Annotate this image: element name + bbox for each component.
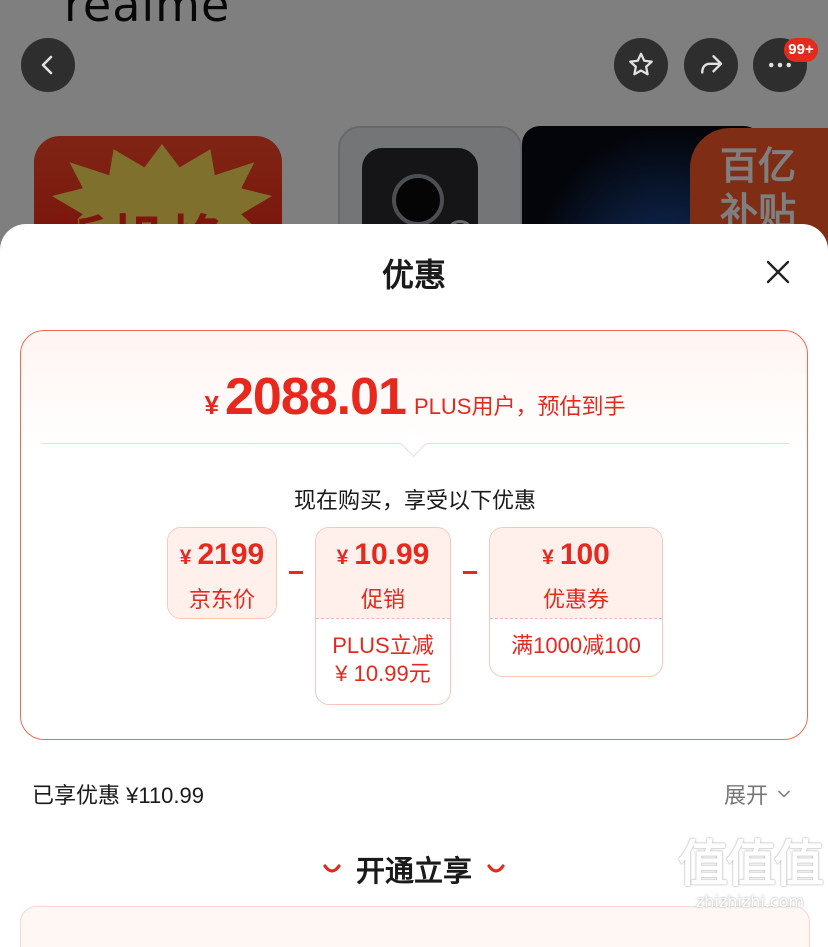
close-icon bbox=[766, 260, 790, 284]
divider-notch bbox=[400, 430, 427, 457]
promo-label: 促销 bbox=[360, 587, 405, 612]
enjoyed-discount-summary: 已享优惠 ¥110.99 bbox=[32, 783, 205, 808]
jd-price-box: ¥2199 京东价 bbox=[167, 527, 277, 619]
open-membership-title: 开通立享 bbox=[355, 856, 472, 888]
coupon-currency: ¥ bbox=[542, 546, 554, 569]
coupon-amount: 100 bbox=[559, 538, 610, 571]
membership-card[interactable] bbox=[20, 906, 810, 947]
favorite-button[interactable] bbox=[614, 38, 668, 92]
price-note: PLUS用户，预估到手 bbox=[413, 394, 626, 419]
promo-detail-line1: PLUS立减 bbox=[332, 633, 434, 658]
expand-button[interactable]: 展开 bbox=[724, 778, 792, 810]
smile-ornament-icon bbox=[323, 864, 341, 873]
promo-currency: ¥ bbox=[336, 546, 349, 569]
notification-badge: 99+ bbox=[784, 38, 818, 62]
minus-sign bbox=[463, 571, 477, 574]
star-icon bbox=[629, 52, 653, 76]
coupon-label: 优惠券 bbox=[542, 587, 609, 612]
discount-sheet: 优惠 ¥2088.01 PLUS用户，预估到手 现在购买，享受以下优惠 ¥2199… bbox=[0, 224, 828, 947]
estimated-price: ¥2088.01 PLUS用户，预估到手 bbox=[21, 367, 809, 427]
jd-price-amount: 2199 bbox=[197, 538, 265, 571]
promo-box: ¥10.99 促销 PLUS立减 ¥ 10.99元 bbox=[315, 527, 451, 705]
share-button[interactable] bbox=[684, 38, 738, 92]
sheet-title: 优惠 bbox=[381, 257, 446, 293]
expand-label: 展开 bbox=[724, 783, 769, 808]
enjoy-caption: 现在购买，享受以下优惠 bbox=[293, 488, 536, 513]
product-page-backdrop: realme 新机焕 百亿 补贴 99+ bbox=[0, 0, 828, 260]
site-watermark: 值值值 zhizhizhi.com bbox=[676, 838, 824, 911]
back-button[interactable] bbox=[21, 38, 75, 92]
promo-detail-line2: ¥ 10.99元 bbox=[335, 661, 431, 686]
price-value: 2088.01 bbox=[225, 368, 407, 426]
price-currency: ¥ bbox=[204, 390, 219, 420]
watermark-url: zhizhizhi.com bbox=[695, 892, 805, 911]
coupon-box: ¥100 优惠券 满1000减100 bbox=[489, 527, 663, 677]
promo-amount: 10.99 bbox=[354, 538, 430, 571]
jd-price-currency: ¥ bbox=[179, 546, 192, 569]
chevron-down-icon bbox=[778, 790, 790, 798]
coupon-detail: 满1000减100 bbox=[511, 633, 641, 658]
chevron-left-icon bbox=[41, 55, 53, 75]
watermark-logo: 值值值 bbox=[678, 835, 824, 893]
jd-price-label: 京东价 bbox=[188, 587, 255, 612]
close-button[interactable] bbox=[760, 254, 796, 290]
discount-summary-card: ¥2088.01 PLUS用户，预估到手 现在购买，享受以下优惠 ¥2199 京东… bbox=[20, 330, 808, 740]
minus-sign bbox=[289, 571, 303, 574]
share-arrow-icon bbox=[701, 55, 723, 74]
smile-ornament-icon bbox=[487, 864, 505, 873]
